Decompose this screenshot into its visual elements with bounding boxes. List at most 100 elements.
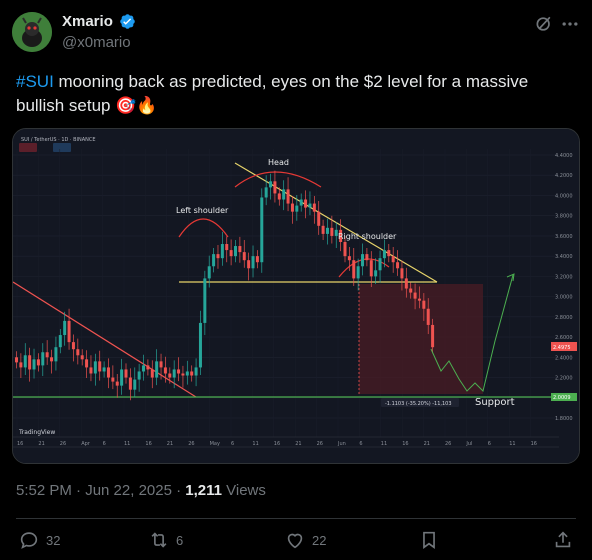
- hashtag-link[interactable]: #SUI: [16, 72, 54, 91]
- date-tick: 21: [38, 441, 44, 447]
- date-tick: 26: [445, 441, 451, 447]
- candle-body: [413, 292, 417, 299]
- tweet-text-line1: mooning back as predicted, eyes on the $…: [53, 72, 529, 91]
- tweet-text-line2: bullish setup 🎯🔥: [16, 96, 158, 115]
- candle-body: [396, 262, 400, 269]
- candle-body: [203, 278, 207, 323]
- views-count: 1,211: [185, 482, 222, 499]
- heart-icon: [287, 533, 303, 549]
- candle-body: [45, 352, 49, 358]
- reply-button[interactable]: 32: [18, 528, 60, 552]
- share-button[interactable]: [552, 528, 574, 552]
- like-button[interactable]: 22: [284, 528, 326, 552]
- candle-body: [137, 371, 141, 380]
- tradingview-chart: SUI / TetherUS · 1D · BINANCE Head Left …: [13, 129, 579, 463]
- candle-body: [71, 342, 75, 350]
- candle-body: [369, 260, 373, 277]
- candle-body: [133, 379, 137, 390]
- candle-body: [347, 256, 351, 261]
- left-shoulder-label: Left shoulder: [176, 206, 229, 215]
- price-tick: 2.2000: [555, 376, 573, 382]
- candle-body: [417, 298, 421, 301]
- candle-body: [106, 367, 110, 378]
- candle-body: [172, 369, 176, 378]
- candle-body: [409, 288, 413, 293]
- candle-body: [124, 369, 128, 378]
- candle-body: [155, 361, 159, 378]
- tradingview-watermark: TradingView: [18, 429, 55, 436]
- bookmark-button[interactable]: [418, 528, 440, 552]
- candle-body: [247, 260, 251, 269]
- head-label: Head: [268, 158, 289, 167]
- grok-icon[interactable]: [534, 14, 554, 34]
- candle-body: [120, 369, 124, 386]
- candle-body: [317, 211, 321, 226]
- date-tick: 26: [317, 441, 323, 447]
- candle-body: [23, 355, 27, 368]
- chart-background: [13, 129, 579, 463]
- candle-body: [41, 352, 45, 366]
- date-tick: 21: [424, 441, 430, 447]
- date-tick: 11: [252, 441, 258, 447]
- like-count: 22: [312, 532, 327, 548]
- symbol-label: SUI / TetherUS · 1D · BINANCE: [21, 137, 96, 143]
- candle-body: [277, 193, 281, 200]
- candle-body: [356, 266, 360, 279]
- date-tick: 16: [531, 441, 537, 447]
- price-tick: 4.0000: [555, 193, 573, 199]
- date-tick: Jul: [465, 441, 472, 447]
- date-tick: 6: [231, 441, 234, 447]
- sell-button: [19, 143, 37, 152]
- candle-body: [312, 203, 316, 212]
- tweet-timestamp[interactable]: 5:52 PM · Jun 22, 2025 · 1,211 Views: [16, 482, 266, 499]
- candle-body: [163, 367, 167, 374]
- candle-body: [426, 308, 430, 325]
- candle-body: [225, 244, 229, 251]
- price-tick: 3.6000: [555, 234, 573, 240]
- candle-body: [198, 322, 202, 368]
- candle-body: [374, 270, 378, 277]
- date-tick: 6: [103, 441, 106, 447]
- candle-body: [273, 181, 277, 194]
- candle-body: [343, 241, 347, 257]
- candle-body: [304, 199, 308, 208]
- price-tick: 3.0000: [555, 295, 573, 301]
- timestamp-text[interactable]: 5:52 PM · Jun 22, 2025 ·: [16, 482, 185, 499]
- chart-image[interactable]: SUI / TetherUS · 1D · BINANCE Head Left …: [12, 128, 580, 464]
- candle-body: [321, 225, 325, 234]
- candle-body: [159, 361, 163, 368]
- author-handle[interactable]: @x0mario: [62, 34, 131, 51]
- candle-body: [361, 254, 365, 267]
- buy-button: [53, 143, 71, 152]
- candle-body: [431, 324, 435, 348]
- candle-body: [400, 268, 404, 279]
- candle-body: [168, 373, 172, 378]
- more-options-icon[interactable]: [560, 14, 580, 34]
- author-name[interactable]: Xmario: [62, 13, 113, 30]
- candle-body: [185, 371, 189, 376]
- date-tick: 16: [17, 441, 23, 447]
- candle-body: [212, 254, 216, 267]
- candle-body: [286, 189, 290, 204]
- candle-body: [177, 369, 181, 374]
- candle-body: [234, 246, 237, 257]
- verified-badge-icon: [120, 14, 135, 29]
- candle-body: [150, 369, 154, 378]
- price-tick: 4.4000: [555, 153, 573, 159]
- avatar[interactable]: [12, 12, 52, 52]
- candle-body: [295, 205, 299, 212]
- candle-body: [128, 377, 132, 390]
- candle-body: [251, 256, 255, 269]
- candle-body: [229, 250, 233, 257]
- candle-body: [15, 357, 18, 363]
- candle-body: [422, 300, 426, 309]
- candle-body: [387, 250, 391, 257]
- date-tick: 16: [402, 441, 408, 447]
- candle-body: [282, 189, 286, 200]
- candle-body: [181, 373, 185, 376]
- repost-button[interactable]: 6: [148, 528, 183, 552]
- candle-body: [115, 381, 119, 386]
- measure-label: -1.1103 (-35.20%) -11,103: [385, 401, 452, 407]
- candle-body: [102, 367, 106, 372]
- date-tick: 26: [188, 441, 194, 447]
